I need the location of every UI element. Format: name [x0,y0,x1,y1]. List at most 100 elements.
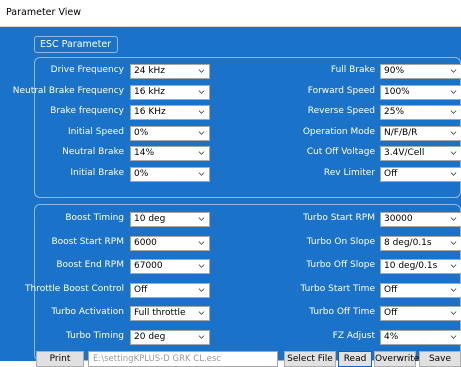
chevron-down-icon[interactable] [198,239,205,246]
title-bar: Parameter View [0,0,461,27]
cut-off-voltage-label: Cut Off Voltage [306,147,375,157]
boost-start-rpm-select[interactable]: 6000 [130,236,210,251]
read-button[interactable]: Read [338,351,372,367]
selected-value: 25% [384,107,405,117]
drive-frequency-label: Drive Frequency [50,65,124,75]
neutral-brake-frequency-select[interactable]: 16 kHz [130,85,210,100]
selected-value: 4% [384,332,399,342]
chevron-down-icon[interactable] [198,309,205,316]
neutral-brake-frequency-label: Neutral Brake Frequency [12,86,124,96]
chevron-down-icon[interactable] [198,67,205,74]
brake-frequency-label: Brake frequency [50,106,124,116]
selected-value: 3.4V/Cell [384,148,425,158]
boost-start-rpm-label: Boost Start RPM [51,237,124,247]
selected-value: 6000 [134,238,157,248]
selected-value: 14% [134,148,155,158]
selected-value: Off [384,285,398,295]
drive-frequency-select[interactable]: 24 kHz [130,64,210,79]
selected-value: 30000 [384,214,413,224]
rev-limiter-label: Rev Limiter [323,168,375,178]
selected-value: 90% [384,66,405,76]
boost-timing-select[interactable]: 10 deg [130,212,210,227]
boost-timing-label: Boost Timing [65,213,124,223]
chevron-down-icon[interactable] [198,333,205,340]
turbo-off-time-select[interactable]: Off [380,306,461,321]
brake-frequency-select[interactable]: 16 KHz [130,105,210,120]
select-file-button[interactable]: Select File [284,351,336,367]
chevron-down-icon[interactable] [450,170,457,177]
rev-limiter-select[interactable]: Off [380,167,461,182]
initial-brake-select[interactable]: 0% [130,167,210,182]
chevron-down-icon[interactable] [450,309,457,316]
chevron-down-icon[interactable] [450,149,457,156]
neutral-brake-label: Neutral Brake [62,147,124,157]
selected-value: 8 deg/0.1s [384,238,432,248]
cut-off-voltage-select[interactable]: 3.4V/Cell [380,146,461,161]
selected-value: 16 KHz [134,107,166,117]
chevron-down-icon[interactable] [198,170,205,177]
file-path-field[interactable]: E:\settingKPLUS-D GRK CL.esc [88,351,278,367]
chevron-down-icon[interactable] [450,333,457,340]
chevron-down-icon[interactable] [450,67,457,74]
chevron-down-icon[interactable] [198,108,205,115]
reverse-speed-label: Reverse Speed [307,106,375,116]
operation-mode-select[interactable]: N/F/B/R [380,126,461,141]
initial-brake-label: Initial Brake [70,168,124,178]
fz-adjust-label: FZ Adjust [332,331,375,341]
turbo-off-slope-label: Turbo Off Slope [306,260,375,270]
selected-value: 16 kHz [134,87,166,97]
chevron-down-icon[interactable] [198,129,205,136]
selected-value: 10 deg/0.1s [384,261,438,271]
turbo-start-time-select[interactable]: Off [380,283,461,298]
selected-value: 20 deg [134,332,166,342]
selected-value: N/F/B/R [384,128,418,138]
throttle-boost-control-select[interactable]: Off [130,283,210,298]
chevron-down-icon[interactable] [450,262,457,269]
window-title: Parameter View [6,7,81,18]
chevron-down-icon[interactable] [198,215,205,222]
turbo-timing-label: Turbo Timing [65,331,124,341]
chevron-down-icon[interactable] [450,108,457,115]
chevron-down-icon[interactable] [198,149,205,156]
save-button[interactable]: Save [419,351,461,367]
turbo-timing-select[interactable]: 20 deg [130,330,210,345]
selected-value: Full throttle [134,308,186,318]
chevron-down-icon[interactable] [198,286,205,293]
chevron-down-icon[interactable] [198,88,205,95]
selected-value: 24 kHz [134,66,166,76]
selected-value: 100% [384,87,410,97]
turbo-off-slope-select[interactable]: 10 deg/0.1s [380,259,461,274]
throttle-boost-control-label: Throttle Boost Control [25,284,124,294]
selected-value: Off [384,169,398,179]
chevron-down-icon[interactable] [450,239,457,246]
chevron-down-icon[interactable] [450,215,457,222]
initial-speed-select[interactable]: 0% [130,126,210,141]
boost-end-rpm-label: Boost End RPM [56,260,124,270]
boost-end-rpm-select[interactable]: 67000 [130,259,210,274]
print-button[interactable]: Print [36,351,84,367]
selected-value: Off [384,308,398,318]
neutral-brake-select[interactable]: 14% [130,146,210,161]
chevron-down-icon[interactable] [198,262,205,269]
turbo-off-time-label: Turbo Off Time [309,307,375,317]
turbo-start-time-label: Turbo Start Time [300,284,376,294]
chevron-down-icon[interactable] [450,286,457,293]
turbo-activation-label: Turbo Activation [51,307,124,317]
turbo-activation-select[interactable]: Full throttle [130,306,210,321]
selected-value: 0% [134,128,149,138]
fz-adjust-select[interactable]: 4% [380,330,461,345]
overwrite-button[interactable]: Overwrite [374,351,419,367]
forward-speed-select[interactable]: 100% [380,85,461,100]
full-brake-select[interactable]: 90% [380,64,461,79]
turbo-start-rpm-select[interactable]: 30000 [380,212,461,227]
chevron-down-icon[interactable] [450,88,457,95]
selected-value: 10 deg [134,214,166,224]
chevron-down-icon[interactable] [450,129,457,136]
turbo-on-slope-select[interactable]: 8 deg/0.1s [380,236,461,251]
full-brake-label: Full Brake [330,65,375,75]
initial-speed-label: Initial Speed [68,127,124,137]
operation-mode-label: Operation Mode [302,127,375,137]
selected-value: 0% [134,169,149,179]
tab-esc-parameter[interactable]: ESC Parameter [34,36,118,53]
reverse-speed-select[interactable]: 25% [380,105,461,120]
